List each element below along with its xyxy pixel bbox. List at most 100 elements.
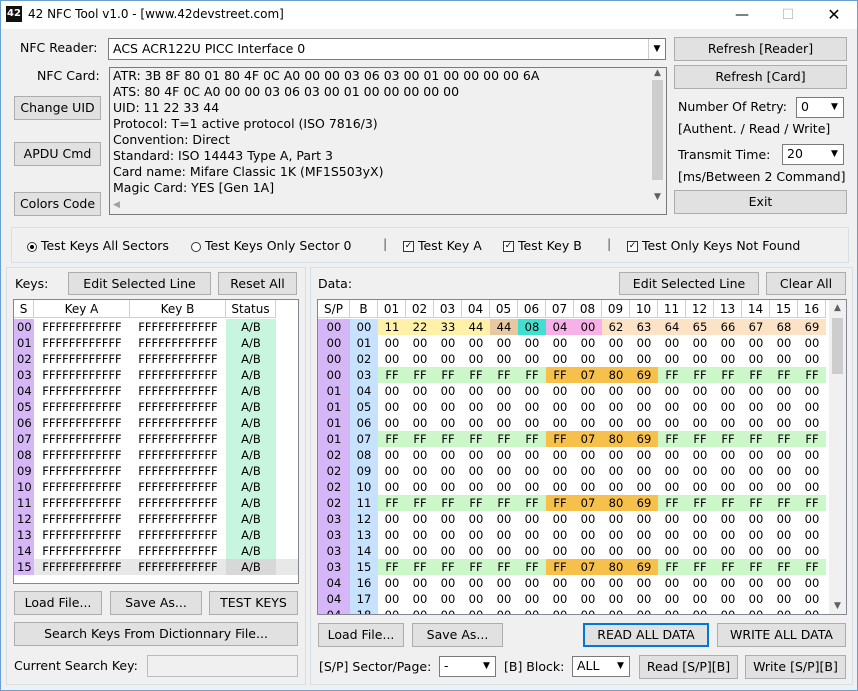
keys-header-cell[interactable]: Key B: [130, 300, 226, 318]
checkbox-checked-icon[interactable]: ✓: [503, 241, 514, 252]
table-row[interactable]: 07 FFFFFFFFFFFF FFFFFFFFFFFF A/B: [14, 431, 298, 447]
sector-page-select[interactable]: - ▼: [439, 656, 496, 677]
table-row[interactable]: 00 FFFFFFFFFFFF FFFFFFFFFFFF A/B: [14, 319, 298, 335]
transmit-select[interactable]: 20 ▼: [782, 144, 844, 165]
read-sp-button[interactable]: Read [S/P][B]: [639, 655, 738, 679]
data-edit-button[interactable]: Edit Selected Line: [619, 272, 759, 295]
table-row[interactable]: 01 FFFFFFFFFFFF FFFFFFFFFFFF A/B: [14, 335, 298, 351]
scroll-left-icon[interactable]: ◀: [113, 200, 120, 210]
table-row[interactable]: 00 00 11 22 33 44 44 08 04 00 62 63 64 65 66 67 68 69: [318, 319, 828, 335]
data-header-cell[interactable]: 03: [434, 300, 462, 318]
data-header-cell[interactable]: 10: [630, 300, 658, 318]
table-row[interactable]: 00 02 00 00 00 00 00 00 00 00 00 00 00 00 00 00 00 00: [318, 351, 828, 367]
test-keys-button[interactable]: TEST KEYS: [209, 591, 298, 615]
write-all-data-button[interactable]: WRITE ALL DATA: [717, 623, 846, 647]
keys-load-button[interactable]: Load File...: [14, 591, 102, 615]
data-header-cell[interactable]: 12: [686, 300, 714, 318]
colors-code-button[interactable]: Colors Code: [14, 192, 101, 216]
chevron-down-icon[interactable]: ▼: [478, 657, 495, 676]
refresh-reader-button[interactable]: Refresh [Reader]: [674, 37, 847, 61]
table-row[interactable]: 03 12 00 00 00 00 00 00 00 00 00 00 00 00 00 00 00 00: [318, 511, 828, 527]
data-header-cell[interactable]: 15: [770, 300, 798, 318]
exit-button[interactable]: Exit: [674, 190, 847, 214]
table-row[interactable]: 03 FFFFFFFFFFFF FFFFFFFFFFFF A/B: [14, 367, 298, 383]
scroll-up-icon[interactable]: ▲: [829, 300, 846, 316]
scroll-down-icon[interactable]: ▼: [829, 598, 846, 614]
data-header-cell[interactable]: 04: [462, 300, 490, 318]
data-header-cell[interactable]: 14: [742, 300, 770, 318]
radio-selected-icon[interactable]: [27, 241, 37, 252]
data-header-cell[interactable]: 08: [574, 300, 602, 318]
table-row[interactable]: 08 FFFFFFFFFFFF FFFFFFFFFFFF A/B: [14, 447, 298, 463]
table-row[interactable]: 02 FFFFFFFFFFFF FFFFFFFFFFFF A/B: [14, 351, 298, 367]
reader-select[interactable]: ACS ACR122U PICC Interface 0 ▼: [108, 38, 666, 60]
keys-header-cell[interactable]: Status: [226, 300, 276, 318]
table-row[interactable]: 04 16 00 00 00 00 00 00 00 00 00 00 00 00 00 00 00 00: [318, 575, 828, 591]
table-row[interactable]: 02 09 00 00 00 00 00 00 00 00 00 00 00 00 00 00 00 00: [318, 463, 828, 479]
chevron-down-icon[interactable]: ▼: [648, 39, 665, 59]
table-row[interactable]: 14 FFFFFFFFFFFF FFFFFFFFFFFF A/B: [14, 543, 298, 559]
minimize-icon[interactable]: —: [719, 1, 765, 29]
change-uid-button[interactable]: Change UID: [14, 96, 101, 120]
radio-icon[interactable]: [191, 241, 201, 252]
data-load-button[interactable]: Load File...: [318, 623, 404, 647]
data-save-button[interactable]: Save As...: [412, 623, 503, 647]
table-row[interactable]: 03 14 00 00 00 00 00 00 00 00 00 00 00 00 00 00 00 00: [318, 543, 828, 559]
keys-edit-button[interactable]: Edit Selected Line: [68, 272, 211, 295]
data-header-cell[interactable]: S/P: [318, 300, 350, 318]
chevron-down-icon[interactable]: ▼: [612, 657, 629, 676]
retry-select[interactable]: 0 ▼: [796, 97, 844, 118]
table-row[interactable]: 10 FFFFFFFFFFFF FFFFFFFFFFFF A/B: [14, 479, 298, 495]
table-row[interactable]: 06 FFFFFFFFFFFF FFFFFFFFFFFF A/B: [14, 415, 298, 431]
table-row[interactable]: 03 13 00 00 00 00 00 00 00 00 00 00 00 00 00 00 00 00: [318, 527, 828, 543]
table-row[interactable]: 11 FFFFFFFFFFFF FFFFFFFFFFFF A/B: [14, 495, 298, 511]
table-row[interactable]: 00 01 00 00 00 00 00 00 00 00 00 00 00 00 00 00 00 00: [318, 335, 828, 351]
keys-save-button[interactable]: Save As...: [110, 591, 202, 615]
scroll-up-icon[interactable]: ▲: [649, 68, 666, 78]
close-icon[interactable]: ✕: [811, 1, 857, 29]
data-scrollbar[interactable]: ▲ ▼: [829, 300, 846, 614]
table-row[interactable]: 02 11 FF FF FF FF FF FF FF 07 80 69 FF FF FF FF FF FF: [318, 495, 828, 511]
data-header-cell[interactable]: 13: [714, 300, 742, 318]
write-sp-button[interactable]: Write [S/P][B]: [745, 655, 846, 679]
table-row[interactable]: 04 18 00 00 00 00 00 00 00 00 00 00 00 00 00 00 00 00: [318, 607, 828, 614]
data-table[interactable]: S/P B 01 02 03 04 05 06 07 08 09 10 11 12 13 14 15 16 00 00…: [317, 299, 847, 615]
table-row[interactable]: 04 17 00 00 00 00 00 00 00 00 00 00 00 00 00 00 00 00: [318, 591, 828, 607]
scroll-down-icon[interactable]: ▼: [649, 192, 666, 202]
table-row[interactable]: 02 08 00 00 00 00 00 00 00 00 00 00 00 00 00 00 00 00: [318, 447, 828, 463]
table-row[interactable]: 04 FFFFFFFFFFFF FFFFFFFFFFFF A/B: [14, 383, 298, 399]
table-row[interactable]: 13 FFFFFFFFFFFF FFFFFFFFFFFF A/B: [14, 527, 298, 543]
table-row[interactable]: 00 03 FF FF FF FF FF FF FF 07 80 69 FF FF FF FF FF FF: [318, 367, 828, 383]
checkbox-checked-icon[interactable]: ✓: [627, 241, 638, 252]
data-header-cell[interactable]: 16: [798, 300, 826, 318]
data-header-cell[interactable]: B: [350, 300, 378, 318]
keys-reset-button[interactable]: Reset All: [218, 272, 297, 295]
table-row[interactable]: 03 15 FF FF FF FF FF FF FF 07 80 69 FF FF FF FF FF FF: [318, 559, 828, 575]
table-row[interactable]: 01 04 00 00 00 00 00 00 00 00 00 00 00 00 00 00 00 00: [318, 383, 828, 399]
search-dictionary-button[interactable]: Search Keys From Dictionnary File...: [14, 622, 298, 646]
table-row[interactable]: 05 FFFFFFFFFFFF FFFFFFFFFFFF A/B: [14, 399, 298, 415]
option-test-only[interactable]: Test Keys Only Sector 0: [191, 238, 351, 253]
data-header-cell[interactable]: 09: [602, 300, 630, 318]
data-header-cell[interactable]: 02: [406, 300, 434, 318]
table-row[interactable]: 09 FFFFFFFFFFFF FFFFFFFFFFFF A/B: [14, 463, 298, 479]
data-header-cell[interactable]: 01: [378, 300, 406, 318]
table-row[interactable]: 01 06 00 00 00 00 00 00 00 00 00 00 00 00 00 00 00 00: [318, 415, 828, 431]
data-header-cell[interactable]: 06: [518, 300, 546, 318]
option-test-all[interactable]: Test Keys All Sectors: [27, 238, 169, 253]
table-row[interactable]: 12 FFFFFFFFFFFF FFFFFFFFFFFF A/B: [14, 511, 298, 527]
card-scrollbar[interactable]: ▲ ▼: [649, 68, 666, 214]
checkbox-checked-icon[interactable]: ✓: [403, 241, 414, 252]
data-header-cell[interactable]: 07: [546, 300, 574, 318]
scroll-thumb[interactable]: [652, 80, 663, 180]
maximize-icon[interactable]: ☐: [765, 1, 811, 29]
keys-header-cell[interactable]: S: [14, 300, 34, 318]
option-test-not-found[interactable]: ✓ Test Only Keys Not Found: [627, 238, 800, 253]
current-search-key-field[interactable]: [147, 655, 298, 677]
block-select[interactable]: ALL ▼: [572, 656, 630, 677]
table-row[interactable]: 02 10 00 00 00 00 00 00 00 00 00 00 00 00 00 00 00 00: [318, 479, 828, 495]
chevron-down-icon[interactable]: ▼: [826, 145, 843, 164]
scroll-thumb[interactable]: [832, 318, 843, 374]
data-clear-button[interactable]: Clear All: [766, 272, 846, 295]
apdu-cmd-button[interactable]: APDU Cmd: [14, 142, 101, 166]
